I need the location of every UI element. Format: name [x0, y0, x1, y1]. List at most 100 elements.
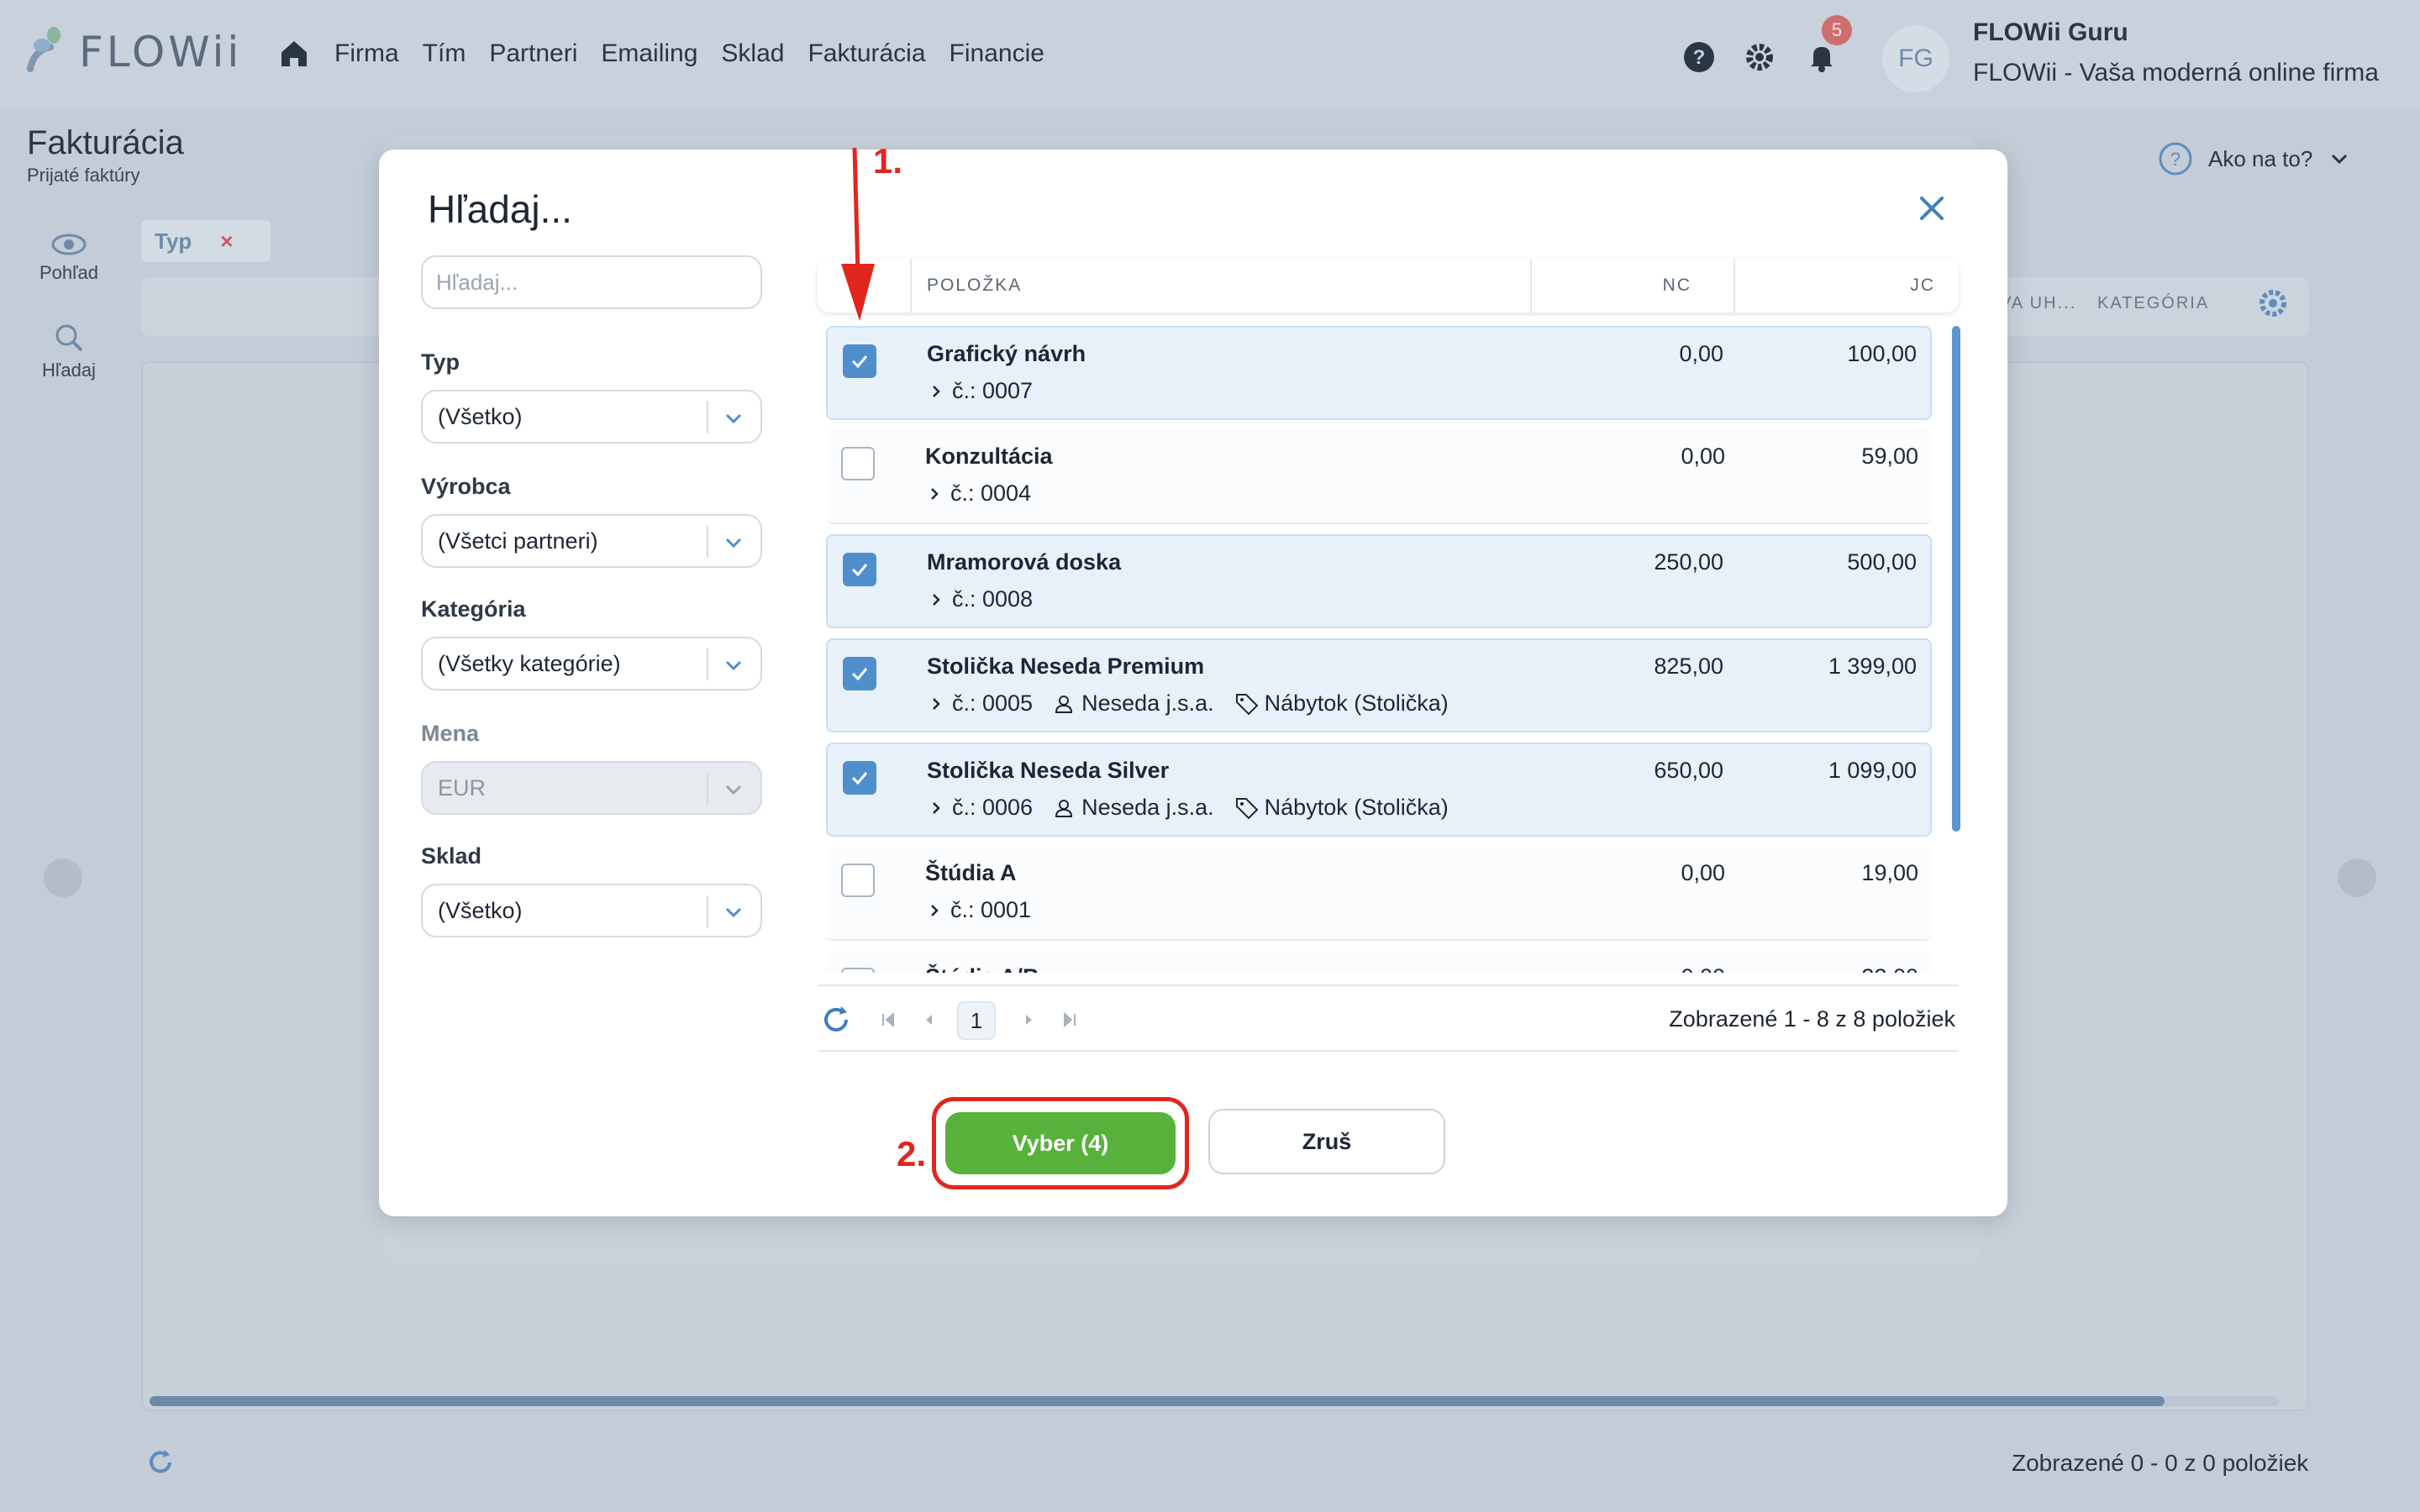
- filter-type-select[interactable]: (Všetko): [421, 390, 762, 444]
- nav-fakturacia[interactable]: Fakturácia: [808, 39, 925, 68]
- item-name: Konzultácia: [925, 444, 1053, 469]
- horizontal-scrollbar[interactable]: [150, 1396, 2279, 1406]
- row-checkbox[interactable]: [841, 447, 875, 480]
- item-code: č.: 0006: [952, 795, 1034, 820]
- filter-manufacturer-label: Výrobca: [421, 474, 511, 499]
- rail-view-button[interactable]: Pohľad: [20, 232, 118, 284]
- table-row[interactable]: Mramorová doska č.: 0008 250,00 500,00: [826, 534, 1932, 628]
- item-category: Nábytok (Stolička): [1264, 795, 1449, 820]
- remove-filter-icon[interactable]: ×: [220, 228, 233, 254]
- column-header-jc[interactable]: JC: [1759, 259, 1935, 312]
- modal-title: Hľadaj...: [428, 187, 572, 231]
- type-filter-chip[interactable]: Typ ×: [141, 220, 271, 262]
- type-filter-chip-label: Typ: [155, 228, 192, 254]
- refresh-icon[interactable]: [819, 1003, 853, 1037]
- nav-sklad[interactable]: Sklad: [721, 39, 784, 68]
- help-how-to-link[interactable]: ? Ako na to?: [2158, 141, 2351, 176]
- nav-partneri[interactable]: Partneri: [489, 39, 577, 68]
- nav-financie[interactable]: Financie: [950, 39, 1044, 68]
- table-row[interactable]: Konzultácia č.: 0004 0,00 59,00: [826, 430, 1932, 524]
- chevron-right-icon[interactable]: [925, 901, 944, 920]
- item-meta: č.: 0004: [925, 480, 1031, 507]
- question-circle-icon: ?: [2159, 142, 2192, 176]
- item-code: č.: 0001: [950, 897, 1032, 922]
- rail-search-button[interactable]: Hľadaj: [20, 321, 118, 381]
- settings-gear-icon[interactable]: [1743, 40, 1776, 74]
- close-icon[interactable]: [1915, 192, 1949, 225]
- row-checkbox[interactable]: [841, 968, 875, 973]
- table-row[interactable]: Stolička Neseda Silver č.: 0006 Neseda j…: [826, 743, 1932, 837]
- rail-view-label: Pohľad: [39, 262, 99, 283]
- flowii-logo[interactable]: FLOWii: [25, 25, 242, 79]
- home-icon[interactable]: [277, 37, 311, 71]
- select-button[interactable]: Vyber (4): [945, 1112, 1176, 1174]
- column-header-nc[interactable]: NC: [1557, 259, 1691, 312]
- chevron-right-icon[interactable]: [925, 485, 944, 503]
- user-name[interactable]: FLOWii Guru: [1973, 18, 2128, 47]
- filter-warehouse-select[interactable]: (Všetko): [421, 884, 762, 937]
- item-meta: č.: 0007: [927, 378, 1033, 404]
- chevron-down-icon: [725, 785, 742, 795]
- horizontal-scrollbar-thumb[interactable]: [150, 1396, 2165, 1406]
- first-page-icon[interactable]: [880, 1011, 897, 1028]
- item-jc: 1 399,00: [1828, 654, 1917, 679]
- chevron-right-icon[interactable]: [927, 695, 945, 713]
- vertical-scrollbar-thumb[interactable]: [1952, 326, 1960, 832]
- item-name: Štúdia A/B: [925, 964, 1039, 973]
- filter-category-value: (Všetky kategórie): [438, 651, 621, 676]
- column-separator: [1733, 259, 1735, 312]
- previous-page-icon[interactable]: [920, 1011, 937, 1028]
- bg-column-header: KATEGÓRIA: [2097, 294, 2210, 312]
- row-checkbox[interactable]: [843, 553, 876, 586]
- cancel-button[interactable]: Zruš: [1208, 1109, 1445, 1174]
- user-icon: [1055, 695, 1073, 713]
- chevron-right-icon[interactable]: [927, 591, 945, 609]
- check-icon: [851, 564, 868, 577]
- help-icon[interactable]: ?: [1682, 40, 1716, 74]
- nav-firma[interactable]: Firma: [334, 39, 399, 68]
- last-page-icon[interactable]: [1061, 1011, 1078, 1028]
- bg-refresh-icon[interactable]: [145, 1446, 176, 1478]
- table-row[interactable]: Stolička Neseda Premium č.: 0005 Neseda …: [826, 638, 1932, 732]
- filter-warehouse-value: (Všetko): [438, 898, 523, 923]
- nav-emailing[interactable]: Emailing: [601, 39, 697, 68]
- item-name: Stolička Neseda Silver: [927, 758, 1170, 783]
- chevron-right-icon[interactable]: [927, 799, 945, 817]
- user-avatar[interactable]: FG: [1882, 25, 1949, 92]
- nav-tim[interactable]: Tím: [423, 39, 466, 68]
- grid-settings-gear-icon[interactable]: [2255, 286, 2291, 321]
- next-page-icon[interactable]: [1021, 1011, 1038, 1028]
- pager-summary: Zobrazené 1 - 8 z 8 položiek: [1669, 1006, 1955, 1032]
- table-row[interactable]: Štúdia A č.: 0001 0,00 19,00: [826, 847, 1932, 941]
- item-nc: 825,00: [1654, 654, 1723, 679]
- select-divider: [707, 526, 708, 558]
- item-jc: 500,00: [1847, 549, 1917, 575]
- item-meta: č.: 0008: [927, 586, 1033, 612]
- page-subtitle: Prijaté faktúry: [27, 165, 140, 186]
- vertical-scrollbar[interactable]: [1952, 326, 1960, 973]
- filter-currency-value: EUR: [438, 775, 487, 801]
- current-page-button[interactable]: 1: [957, 1001, 996, 1040]
- right-panel-arrow-icon[interactable]: [2338, 858, 2376, 897]
- notifications-bell-icon[interactable]: [1805, 40, 1839, 74]
- table-row[interactable]: Grafický návrh č.: 0007 0,00 100,00: [826, 326, 1932, 420]
- modal-search-input[interactable]: [421, 255, 762, 309]
- row-checkbox[interactable]: [843, 344, 876, 378]
- item-partner: Neseda j.s.a.: [1081, 795, 1214, 820]
- filter-manufacturer-select[interactable]: (Všetci partneri): [421, 514, 762, 568]
- row-checkbox[interactable]: [843, 761, 876, 795]
- item-code: č.: 0004: [950, 480, 1032, 506]
- filter-currency-select: EUR: [421, 761, 762, 815]
- item-name: Mramorová doska: [927, 549, 1122, 575]
- filter-category-select[interactable]: (Všetky kategórie): [421, 637, 762, 690]
- annotation-step-2: 2.: [897, 1134, 927, 1173]
- help-how-to-label: Ako na to?: [2208, 145, 2313, 171]
- table-row[interactable]: Štúdia A/B 0,00 33,00: [826, 951, 1932, 973]
- row-checkbox[interactable]: [841, 864, 875, 897]
- column-header-item[interactable]: POLOŽKA: [927, 259, 1022, 312]
- chevron-right-icon[interactable]: [927, 382, 945, 401]
- left-panel-arrow-icon[interactable]: [44, 858, 82, 897]
- select-divider: [707, 895, 708, 927]
- tag-icon: [1235, 693, 1259, 715]
- row-checkbox[interactable]: [843, 657, 876, 690]
